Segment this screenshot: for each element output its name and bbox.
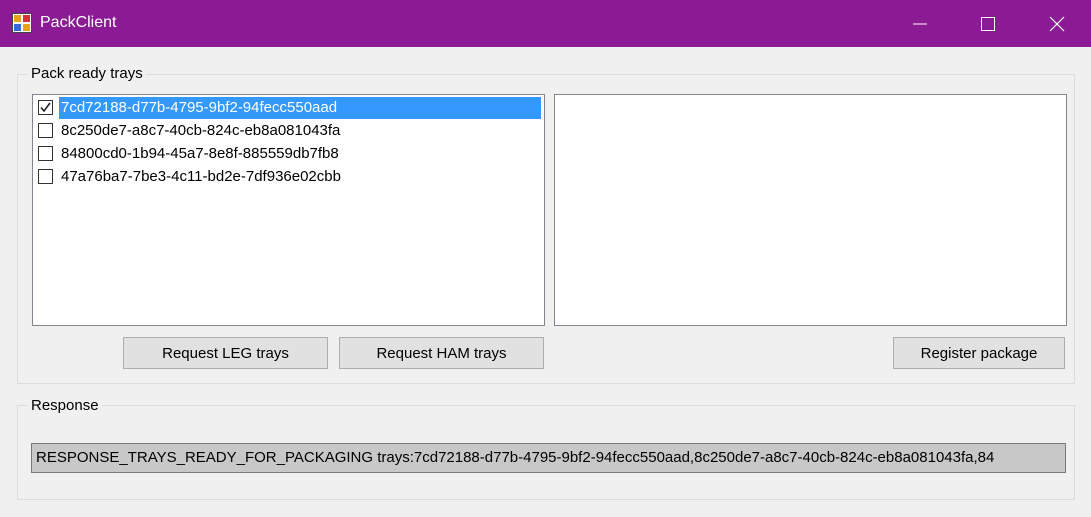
request-ham-trays-button[interactable]: Request HAM trays [339, 337, 544, 369]
trays-checked-listbox[interactable]: 7cd72188-d77b-4795-9bf2-94fecc550aad 8c2… [32, 94, 545, 326]
tray-checkbox[interactable] [38, 146, 53, 161]
tray-list-item[interactable]: 8c250de7-a8c7-40cb-824c-eb8a081043fa [35, 120, 542, 142]
pack-ready-trays-label: Pack ready trays [28, 66, 146, 82]
maximize-icon [981, 16, 995, 31]
response-textbox[interactable]: RESPONSE_TRAYS_READY_FOR_PACKAGING trays… [31, 443, 1066, 473]
window-title: PackClient [40, 14, 117, 31]
checkmark-icon [40, 102, 51, 113]
response-label: Response [28, 398, 102, 414]
tray-list-item[interactable]: 7cd72188-d77b-4795-9bf2-94fecc550aad [35, 97, 542, 119]
title-bar: PackClient [0, 0, 1091, 47]
app-icon [12, 13, 32, 33]
maximize-button[interactable] [954, 0, 1022, 47]
tray-checkbox[interactable] [38, 123, 53, 138]
request-leg-trays-button[interactable]: Request LEG trays [123, 337, 328, 369]
register-package-button[interactable]: Register package [893, 337, 1065, 369]
tray-list-item[interactable]: 84800cd0-1b94-45a7-8e8f-885559db7fb8 [35, 143, 542, 165]
tray-id-label: 8c250de7-a8c7-40cb-824c-eb8a081043fa [61, 122, 341, 139]
close-button[interactable] [1023, 0, 1091, 47]
close-icon [1049, 16, 1065, 31]
tray-checkbox[interactable] [38, 169, 53, 184]
tray-id-label: 84800cd0-1b94-45a7-8e8f-885559db7fb8 [61, 145, 339, 162]
tray-list-item[interactable]: 47a76ba7-7be3-4c11-bd2e-7df936e02cbb [35, 166, 542, 188]
minimize-button[interactable] [886, 0, 954, 47]
tray-id-label: 7cd72188-d77b-4795-9bf2-94fecc550aad [59, 97, 541, 119]
package-listbox[interactable] [554, 94, 1067, 326]
minimize-icon [913, 23, 927, 24]
tray-id-label: 47a76ba7-7be3-4c11-bd2e-7df936e02cbb [61, 168, 341, 185]
tray-checkbox[interactable] [38, 100, 53, 115]
